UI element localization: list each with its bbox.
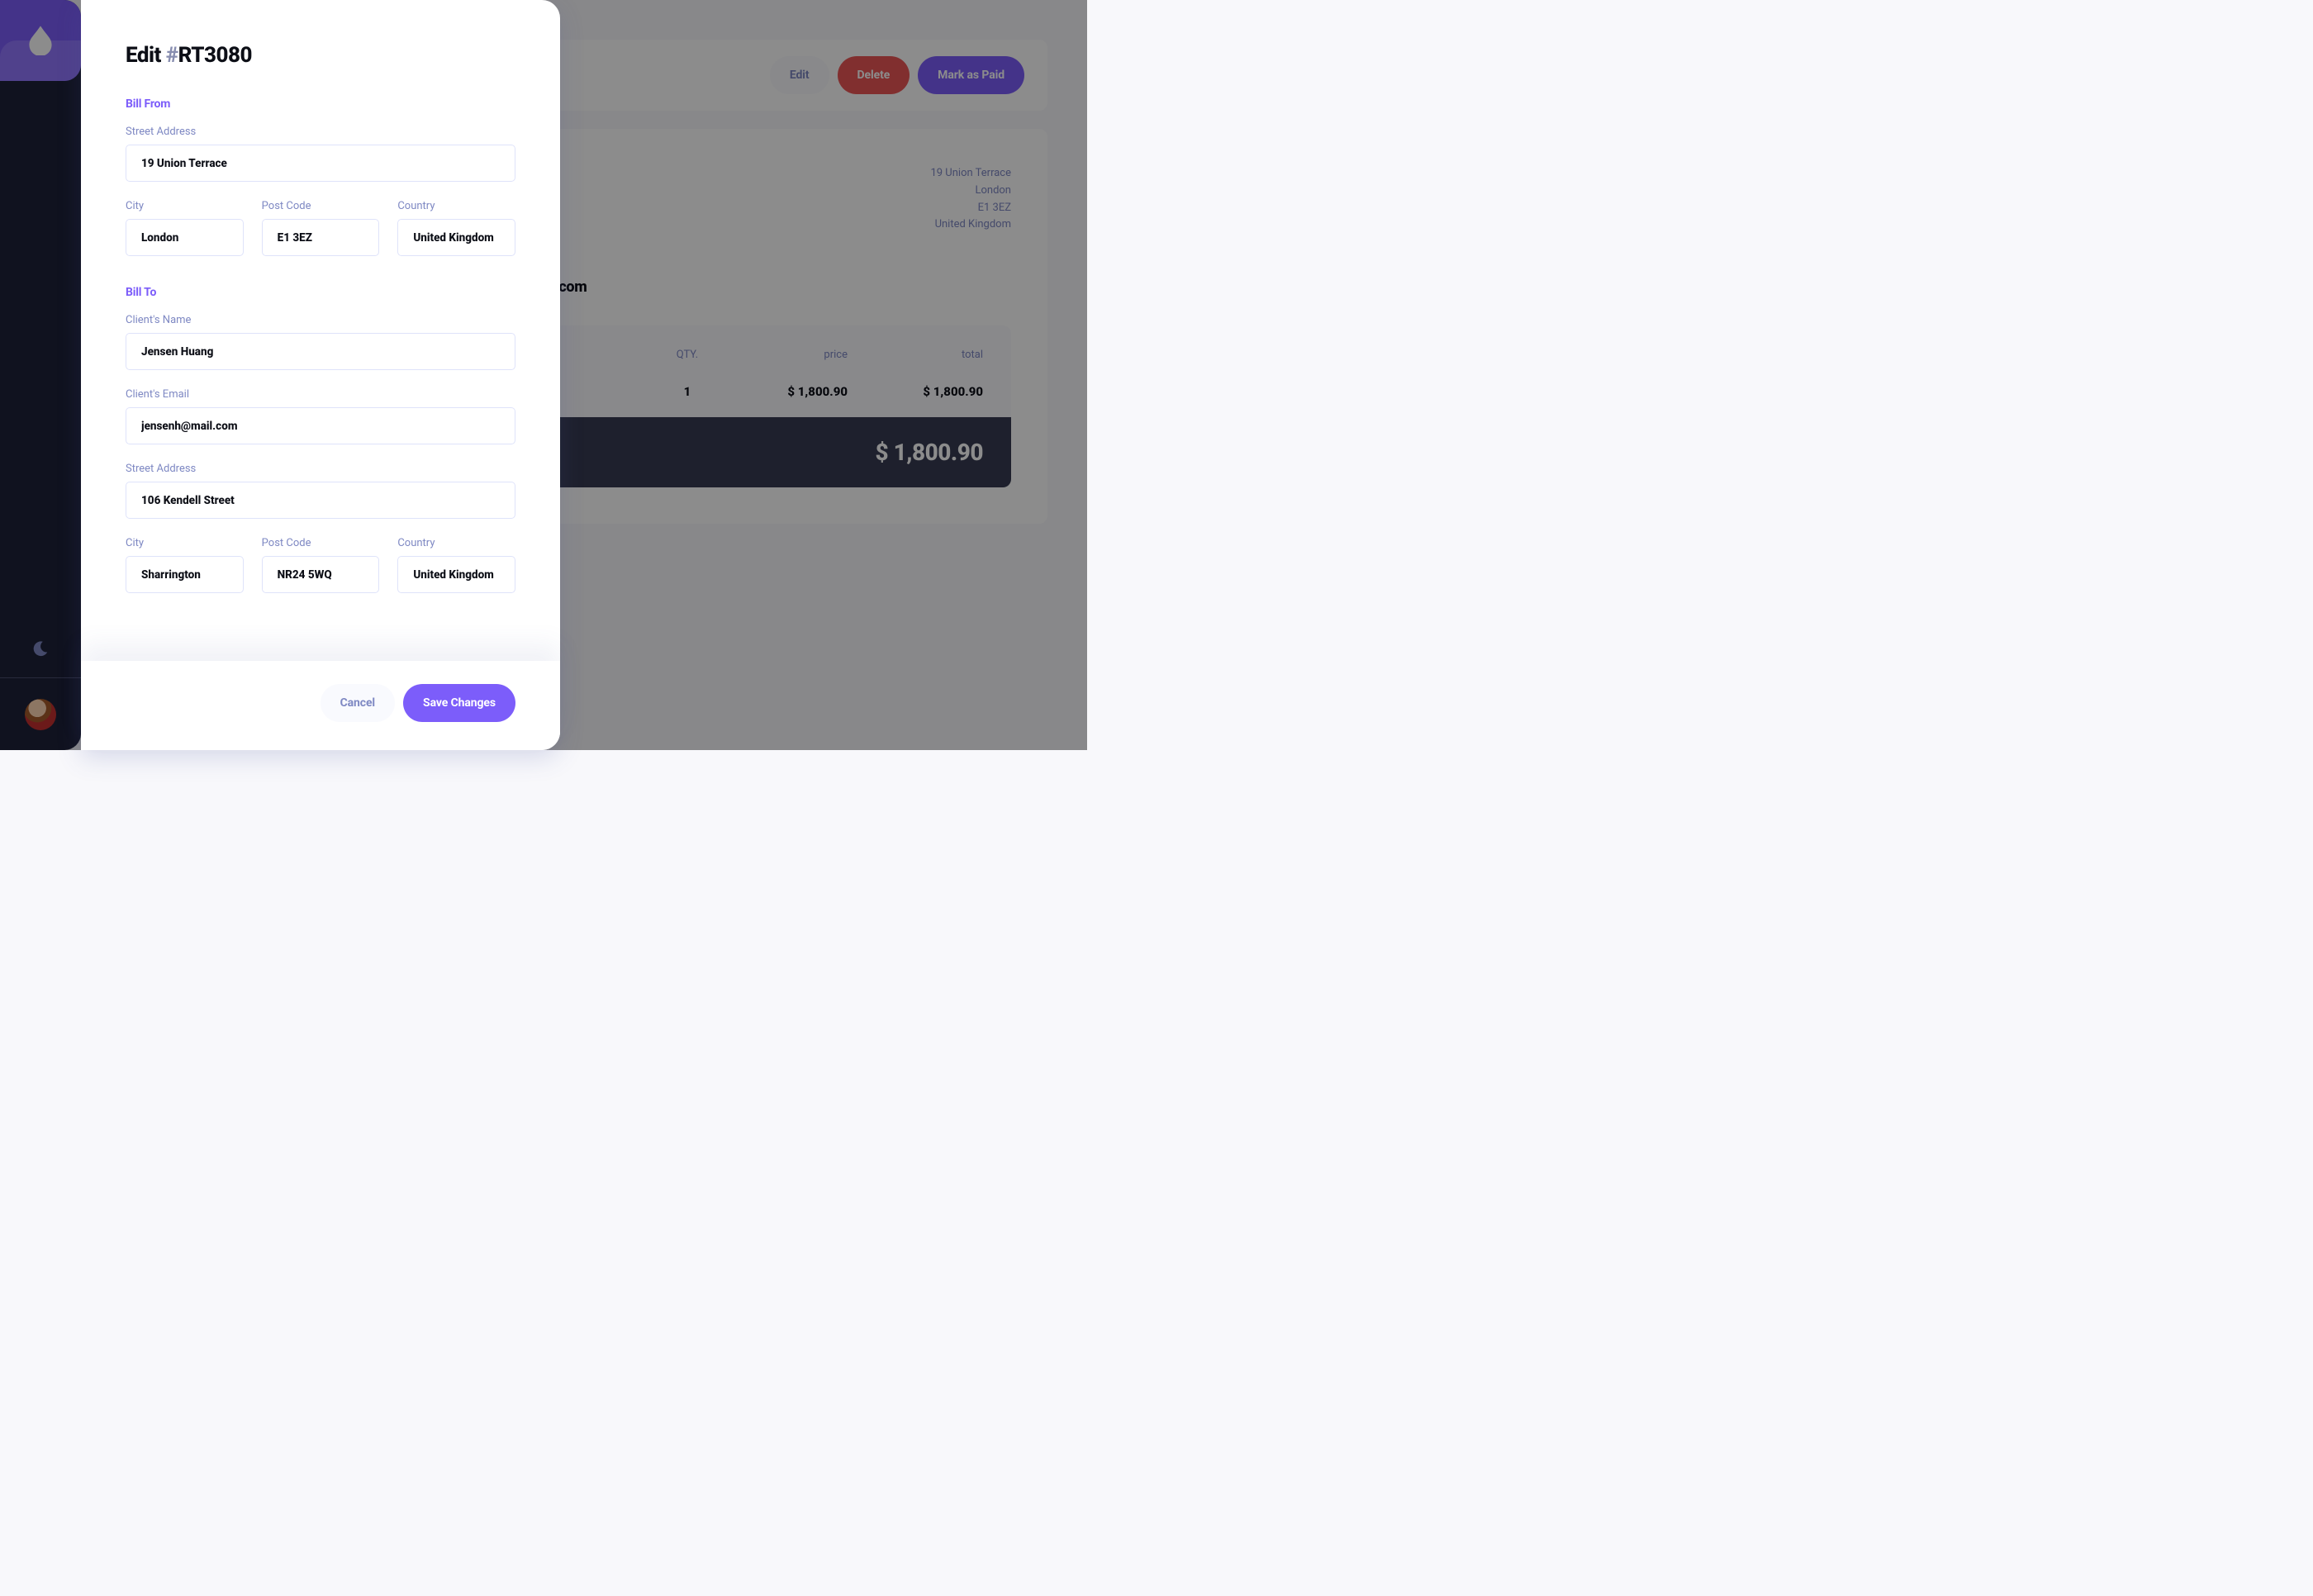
from-city-label: City: [126, 200, 244, 212]
panel-footer: Cancel Save Changes: [81, 661, 560, 750]
panel-title-prefix: Edit: [126, 43, 161, 68]
save-changes-button[interactable]: Save Changes: [403, 684, 515, 722]
from-post-input[interactable]: [262, 219, 380, 256]
to-city-input[interactable]: [126, 556, 244, 593]
from-street-label: Street Address: [126, 126, 515, 138]
panel-title: Edit #RT3080: [126, 43, 515, 68]
from-street-input[interactable]: [126, 145, 515, 182]
bill-from-legend: Bill From: [126, 97, 515, 111]
bill-to-legend: Bill To: [126, 286, 515, 299]
from-country-input[interactable]: [397, 219, 515, 256]
client-name-label: Client's Name: [126, 314, 515, 326]
to-post-label: Post Code: [262, 537, 380, 549]
from-city-input[interactable]: [126, 219, 244, 256]
from-post-label: Post Code: [262, 200, 380, 212]
cancel-button[interactable]: Cancel: [321, 684, 395, 722]
to-street-label: Street Address: [126, 463, 515, 475]
client-email-label: Client's Email: [126, 388, 515, 401]
to-country-input[interactable]: [397, 556, 515, 593]
to-street-input[interactable]: [126, 482, 515, 519]
from-country-label: Country: [397, 200, 515, 212]
panel-title-hash: #: [166, 43, 178, 68]
to-city-label: City: [126, 537, 244, 549]
client-email-input[interactable]: [126, 407, 515, 444]
client-name-input[interactable]: [126, 333, 515, 370]
to-country-label: Country: [397, 537, 515, 549]
edit-invoice-panel: Edit #RT3080 Bill From Street Address Ci…: [81, 0, 560, 750]
to-post-input[interactable]: [262, 556, 380, 593]
panel-title-id: RT3080: [178, 43, 252, 68]
